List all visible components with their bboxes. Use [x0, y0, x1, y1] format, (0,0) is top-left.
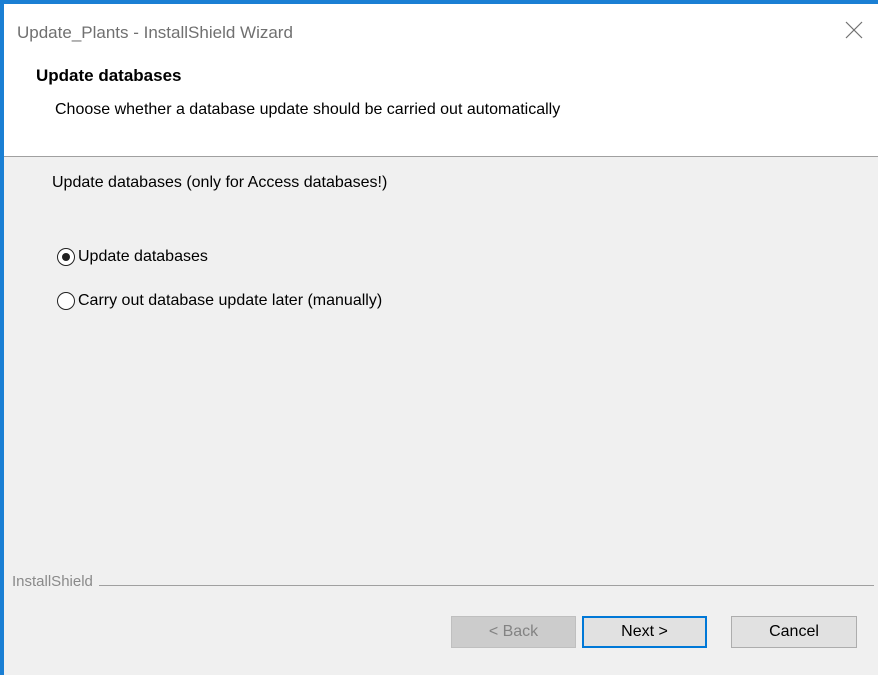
- cancel-button[interactable]: Cancel: [731, 616, 857, 648]
- page-title: Update databases: [36, 66, 182, 85]
- radio-label-update-later: Carry out database update later (manuall…: [78, 292, 383, 309]
- wizard-header-panel: Update databases Choose whether a databa…: [4, 58, 878, 157]
- radio-label-update-databases: Update databases: [78, 248, 208, 265]
- separator-line: [12, 585, 874, 586]
- brand-label: InstallShield: [12, 573, 99, 590]
- next-button[interactable]: Next >: [582, 616, 707, 648]
- radio-update-later[interactable]: Carry out database update later (manuall…: [57, 289, 382, 313]
- title-bar[interactable]: Update_Plants - InstallShield Wizard: [4, 4, 878, 58]
- close-icon: [845, 21, 863, 39]
- window-title: Update_Plants - InstallShield Wizard: [17, 23, 293, 42]
- section-label: Update databases (only for Access databa…: [52, 174, 388, 191]
- radio-update-databases[interactable]: Update databases: [57, 245, 208, 269]
- installshield-wizard-window: Update_Plants - InstallShield Wizard Upd…: [0, 0, 878, 675]
- close-button[interactable]: [832, 4, 878, 58]
- back-button[interactable]: < Back: [451, 616, 576, 648]
- page-description: Choose whether a database update should …: [55, 101, 561, 118]
- radio-button-checked[interactable]: [57, 248, 75, 266]
- radio-button-unchecked[interactable]: [57, 292, 75, 310]
- installshield-brand-separator: InstallShield: [4, 573, 874, 595]
